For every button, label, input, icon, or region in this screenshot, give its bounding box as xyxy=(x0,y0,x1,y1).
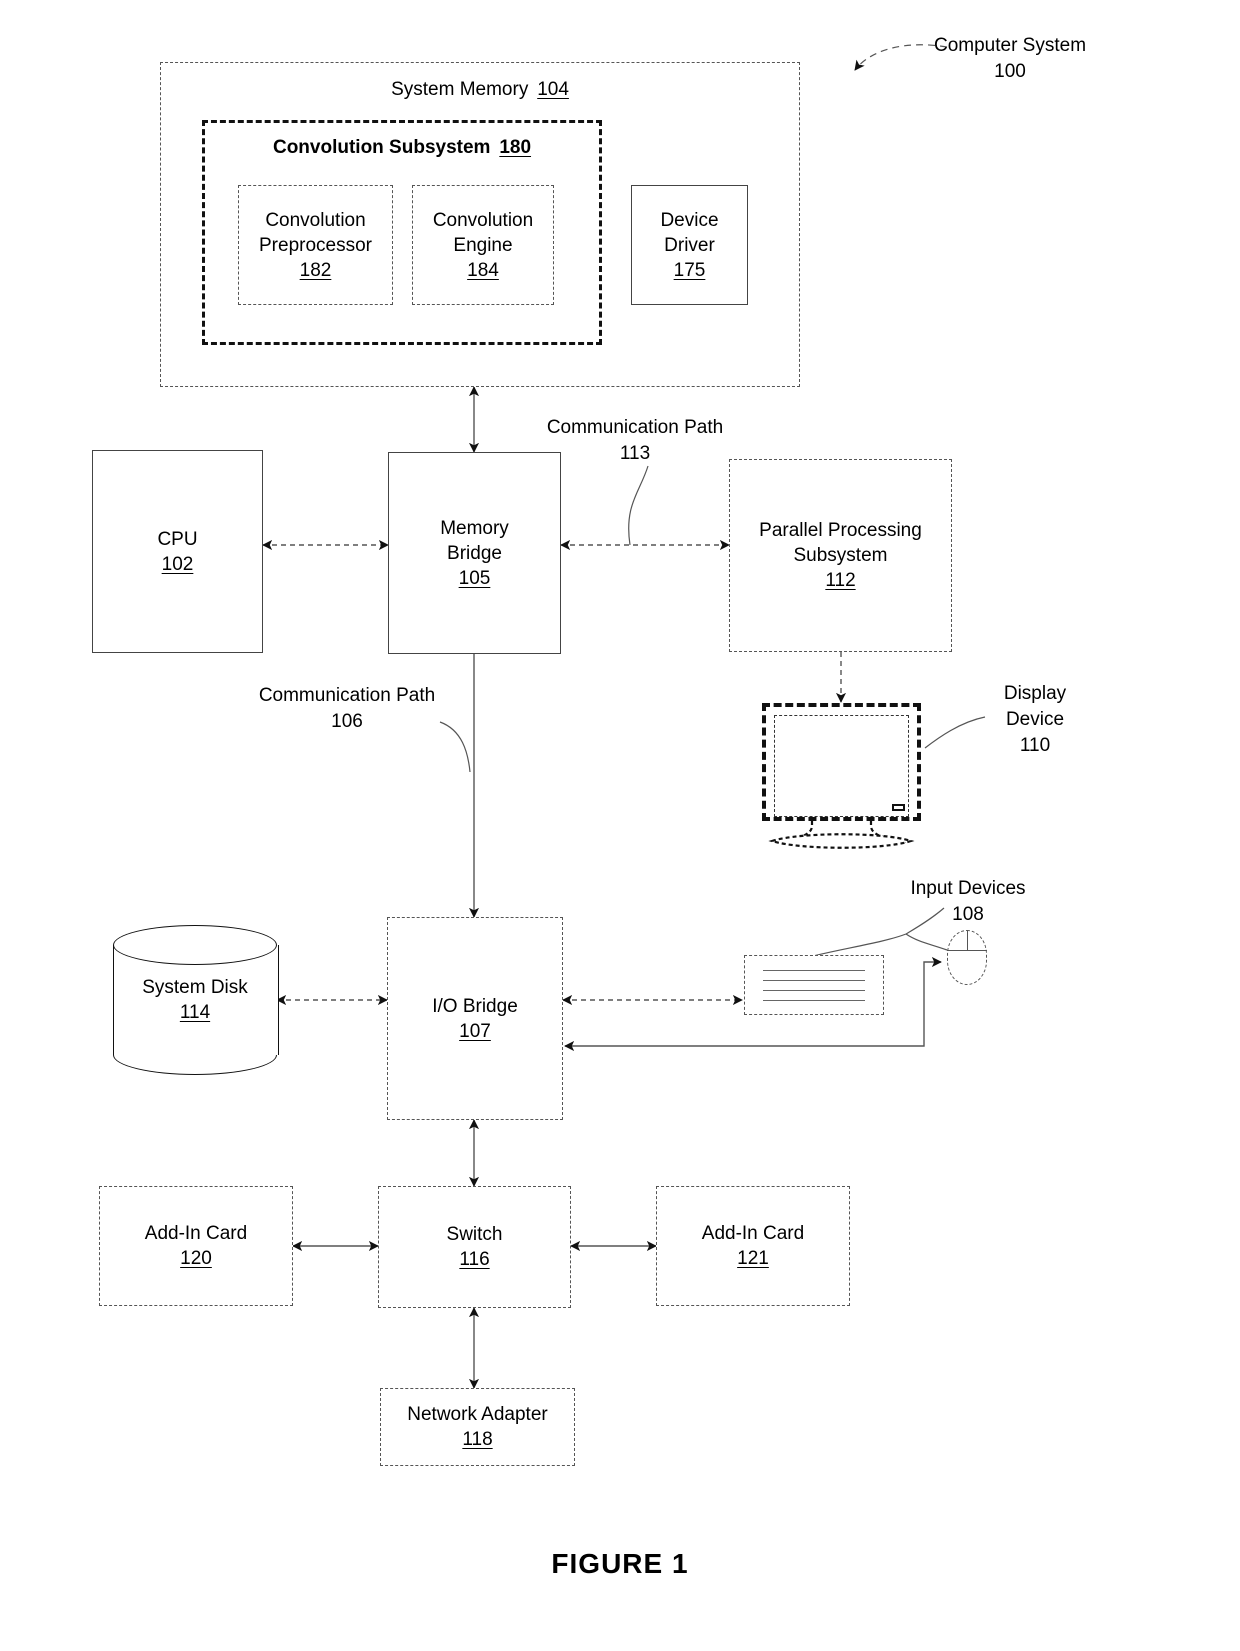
keyboard-row xyxy=(763,999,865,1001)
monitor-power-indicator xyxy=(892,804,905,811)
system-disk-cylinder: System Disk 114 xyxy=(113,925,279,1075)
figure-canvas: System Memory 104 Convolution Subsystem … xyxy=(0,0,1240,1651)
communication-path-106-callout: Communication Path 106 xyxy=(258,685,436,732)
convolution-preprocessor-box: Convolution Preprocessor 182 xyxy=(238,185,393,305)
io-bridge-box: I/O Bridge 107 xyxy=(387,917,563,1120)
input-devices-callout: Input Devices 108 xyxy=(910,878,1026,925)
monitor-screen xyxy=(774,715,909,817)
monitor-bezel xyxy=(762,703,921,821)
parallel-processing-subsystem-box: Parallel Processing Subsystem 112 xyxy=(729,459,952,652)
mouse-icon xyxy=(947,930,987,985)
device-driver-box: Device Driver 175 xyxy=(631,185,748,305)
convolution-subsystem-title: Convolution Subsystem 180 xyxy=(272,137,532,158)
network-adapter-box: Network Adapter 118 xyxy=(380,1388,575,1466)
computer-system-callout: Computer System 100 xyxy=(933,35,1087,82)
switch-box: Switch 116 xyxy=(378,1186,571,1308)
memory-bridge-box: Memory Bridge 105 xyxy=(388,452,561,654)
keyboard-row xyxy=(763,979,865,981)
display-device-callout: Display Device 110 xyxy=(1003,683,1067,756)
mouse-button-divider xyxy=(967,930,968,950)
system-memory-title: System Memory 104 xyxy=(391,79,569,100)
add-in-card-120-box: Add-In Card 120 xyxy=(99,1186,293,1306)
system-disk-label: System Disk 114 xyxy=(142,977,248,1023)
cylinder-top xyxy=(113,925,277,965)
figure-caption: FIGURE 1 xyxy=(551,1548,689,1579)
convolution-engine-box: Convolution Engine 184 xyxy=(412,185,554,305)
cpu-box: CPU 102 xyxy=(92,450,263,653)
add-in-card-121-box: Add-In Card 121 xyxy=(656,1186,850,1306)
monitor-icon xyxy=(762,703,921,821)
keyboard-icon xyxy=(744,955,884,1015)
mouse-button-line xyxy=(947,949,987,951)
keyboard-row xyxy=(763,969,865,971)
keyboard-row xyxy=(763,989,865,991)
